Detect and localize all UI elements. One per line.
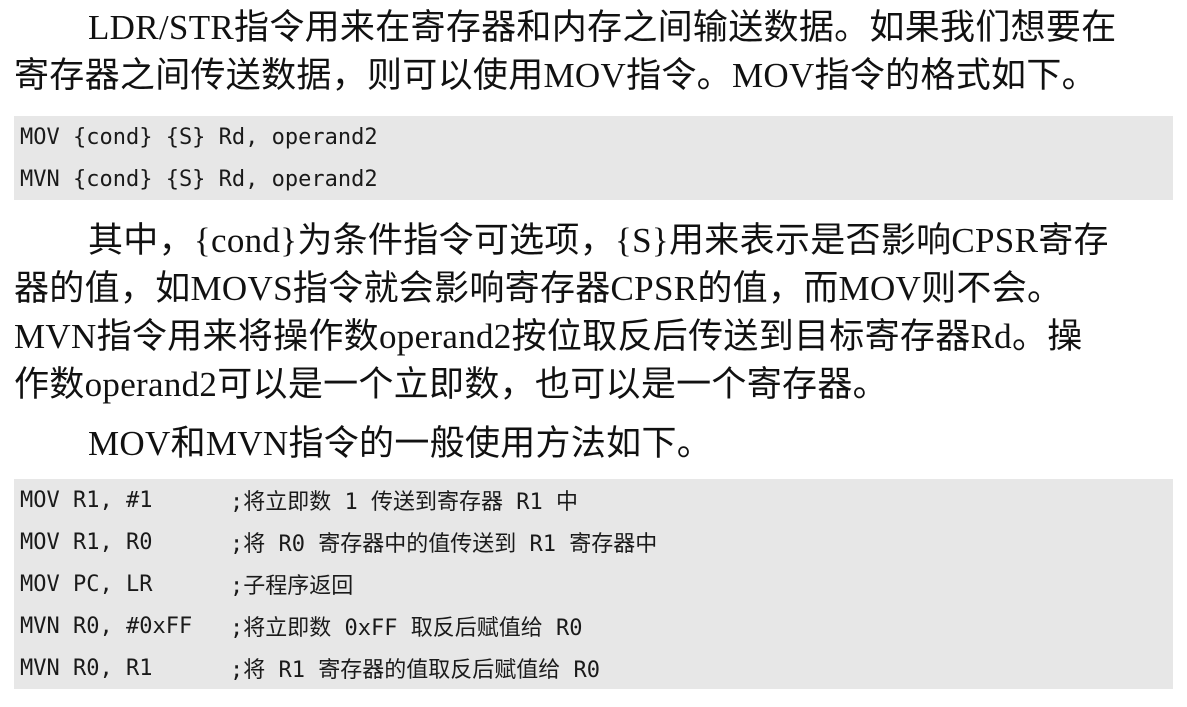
comment-text: ;将 R1 寄存器的值取反后赋值给 R0	[230, 658, 600, 683]
text-line: MVN指令用来将操作数operand2按位取反后传送到目标寄存器Rd。操	[14, 317, 1083, 356]
code-line: MOV R1, #1 ;将立即数 1 传送到寄存器 R1 中	[14, 479, 1173, 521]
instruction-text: MOV R1, #1	[20, 487, 153, 513]
syntax-code-block: MOV {cond} {S} Rd, operand2 MVN {cond} {…	[14, 116, 1173, 200]
code-line: MVN {cond} {S} Rd, operand2	[20, 166, 378, 192]
explanation-paragraph: 其中，{cond}为条件指令可选项，{S}用来表示是否影响CPSR寄存 器的值，…	[14, 217, 1174, 409]
code-line: MOV PC, LR ;子程序返回	[14, 563, 1173, 605]
comment-text: ;将 R0 寄存器中的值传送到 R1 寄存器中	[230, 532, 658, 557]
instruction-text: MOV R1, R0	[20, 529, 153, 555]
code-line: MOV {cond} {S} Rd, operand2	[20, 124, 378, 150]
text-line: LDR/STR指令用来在寄存器和内存之间输送数据。如果我们想要在	[88, 8, 1117, 47]
text-line: 寄存器之间传送数据，则可以使用MOV指令。MOV指令的格式如下。	[14, 56, 1097, 95]
code-line: MVN R0, R1 ;将 R1 寄存器的值取反后赋值给 R0	[14, 647, 1173, 689]
text-line: 作数operand2可以是一个立即数，也可以是一个寄存器。	[14, 365, 888, 404]
text-line: MOV和MVN指令的一般使用方法如下。	[88, 424, 713, 463]
usage-intro-paragraph: MOV和MVN指令的一般使用方法如下。	[14, 420, 1174, 468]
code-line: MOV R1, R0 ;将 R0 寄存器中的值传送到 R1 寄存器中	[14, 521, 1173, 563]
instruction-text: MOV PC, LR	[20, 571, 153, 597]
instruction-text: MVN R0, R1	[20, 655, 153, 681]
text-line: 器的值，如MOVS指令就会影响寄存器CPSR的值，而MOV则不会。	[14, 269, 1063, 308]
code-line: MVN R0, #0xFF ;将立即数 0xFF 取反后赋值给 R0	[14, 605, 1173, 647]
comment-text: ;将立即数 1 传送到寄存器 R1 中	[230, 490, 578, 515]
intro-paragraph: LDR/STR指令用来在寄存器和内存之间输送数据。如果我们想要在 寄存器之间传送…	[14, 4, 1174, 100]
document-page: LDR/STR指令用来在寄存器和内存之间输送数据。如果我们想要在 寄存器之间传送…	[0, 0, 1187, 707]
instruction-text: MVN R0, #0xFF	[20, 613, 193, 639]
comment-text: ;子程序返回	[230, 574, 354, 599]
comment-text: ;将立即数 0xFF 取反后赋值给 R0	[230, 616, 583, 641]
text-line: 其中，{cond}为条件指令可选项，{S}用来表示是否影响CPSR寄存	[88, 221, 1109, 260]
example-code-block: MOV R1, #1 ;将立即数 1 传送到寄存器 R1 中 MOV R1, R…	[14, 479, 1173, 689]
